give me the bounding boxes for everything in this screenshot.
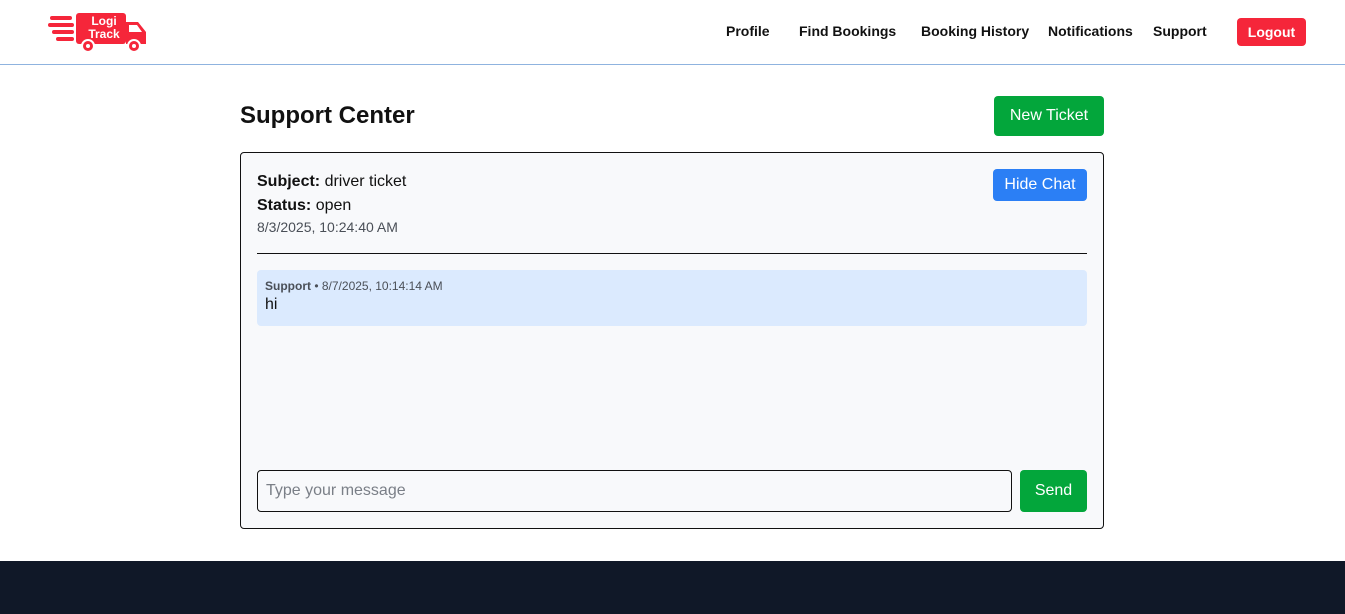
hide-chat-button[interactable]: Hide Chat	[993, 169, 1087, 201]
logout-button[interactable]: Logout	[1237, 18, 1306, 46]
footer	[0, 561, 1345, 614]
divider	[257, 253, 1087, 254]
ticket-subject: Subject: driver ticket	[257, 173, 406, 191]
nav-profile[interactable]: Profile	[726, 23, 770, 39]
logitrack-logo[interactable]: Logi Track	[48, 12, 148, 54]
nav-notifications[interactable]: Notifications	[1048, 23, 1133, 39]
ticket-card: Subject: driver ticket Status: open 8/3/…	[240, 152, 1104, 529]
new-ticket-button[interactable]: New Ticket	[994, 96, 1104, 136]
chat-message: Support • 8/7/2025, 10:14:14 AM hi	[257, 270, 1087, 326]
message-text: hi	[265, 296, 278, 313]
message-input[interactable]	[257, 470, 1012, 512]
status-value: open	[315, 197, 352, 214]
send-button[interactable]: Send	[1020, 470, 1087, 512]
status-label: Status:	[257, 197, 312, 214]
ticket-status: Status: open	[257, 197, 351, 215]
message-meta: Support • 8/7/2025, 10:14:14 AM	[265, 279, 1079, 293]
ticket-created-timestamp: 8/3/2025, 10:24:40 AM	[257, 219, 398, 235]
page-title: Support Center	[240, 102, 415, 129]
message-timestamp: 8/7/2025, 10:14:14 AM	[321, 279, 443, 293]
subject-label: Subject:	[257, 173, 321, 190]
message-sender: Support	[265, 279, 311, 293]
nav-support[interactable]: Support	[1153, 23, 1207, 39]
subject-value: driver ticket	[324, 173, 407, 190]
nav-booking-history[interactable]: Booking History	[921, 23, 1029, 39]
nav-find-bookings[interactable]: Find Bookings	[799, 23, 896, 39]
message-separator: •	[311, 279, 322, 293]
top-navbar: Logi Track Profile Find Bookings Booking…	[0, 0, 1345, 65]
logo-text: Logi Track	[88, 14, 120, 41]
